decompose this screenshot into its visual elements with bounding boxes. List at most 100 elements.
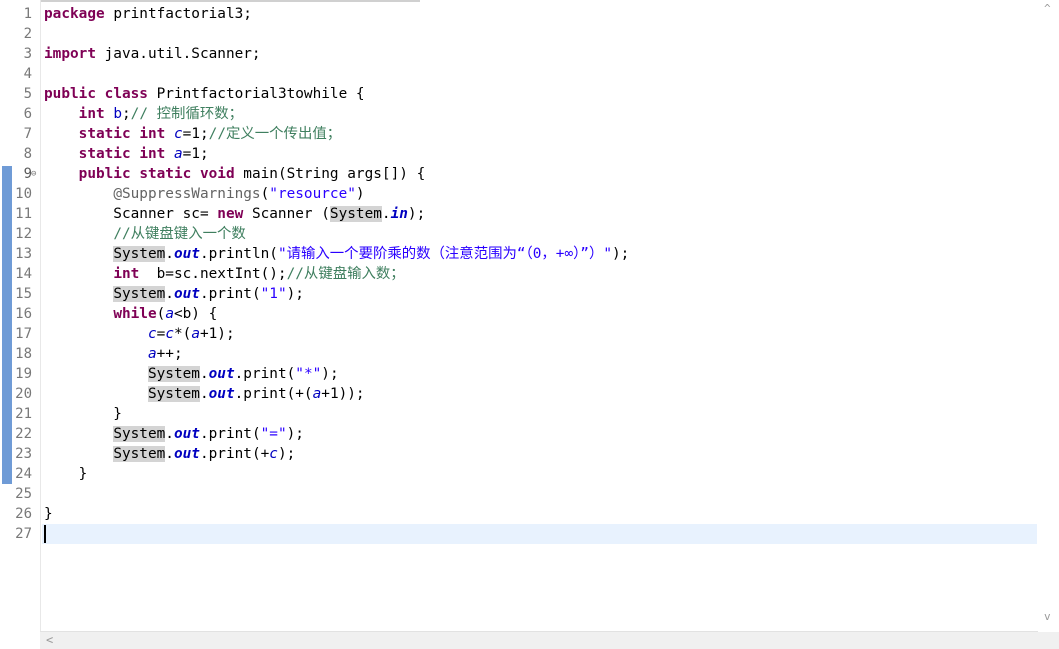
line-number: 13: [15, 246, 32, 262]
code-token: <b) {: [173, 306, 218, 322]
code-token: System: [113, 426, 166, 442]
code-line[interactable]: 1 package printfactorial3;: [24, 4, 1037, 24]
code-token: public: [78, 166, 131, 182]
line-number: 11: [15, 206, 32, 222]
code-token: .: [165, 286, 174, 302]
code-token: b=sc.nextInt();: [139, 266, 287, 282]
code-editor[interactable]: 1 package printfactorial3; 2 3 import java.u…: [0, 0, 1059, 649]
code-token: c: [165, 326, 174, 342]
code-line[interactable]: 14 int b=sc.nextInt();//从键盘输入数；: [15, 264, 1037, 284]
code-line[interactable]: 25: [15, 484, 1037, 504]
code-line[interactable]: 19 System.out.print("*");: [15, 364, 1037, 384]
code-token: import: [44, 46, 96, 62]
code-line-text: }: [44, 464, 88, 484]
code-token: (: [260, 186, 270, 202]
code-token: c: [173, 126, 183, 142]
code-line[interactable]: 27: [15, 524, 1037, 544]
code-line[interactable]: 20 System.out.print(+(a+1));: [15, 384, 1037, 404]
code-token: ): [355, 186, 365, 202]
code-line[interactable]: 22 System.out.print("=");: [15, 424, 1037, 444]
code-token: .print(+: [199, 446, 270, 462]
code-line[interactable]: 23 System.out.print(+c);: [15, 444, 1037, 464]
line-number: 14: [15, 266, 32, 282]
code-line[interactable]: 3 import java.util.Scanner;: [24, 44, 1037, 64]
code-token: .print(: [199, 286, 261, 302]
scroll-left-arrow-icon[interactable]: <: [46, 633, 53, 647]
code-token: c: [147, 326, 157, 342]
code-token: (: [156, 306, 166, 322]
scrollbar-corner: [1038, 632, 1059, 649]
code-token: +1));: [321, 386, 365, 402]
scroll-down-arrow-icon[interactable]: v: [1044, 610, 1051, 623]
code-token: =: [156, 326, 166, 342]
scroll-up-arrow-icon[interactable]: ^: [1044, 2, 1051, 15]
code-token: // 控制循环数；: [130, 106, 244, 122]
code-line[interactable]: 26}: [15, 504, 1037, 524]
code-token: ++;: [156, 346, 183, 362]
code-token: static: [139, 166, 192, 182]
code-token: .: [199, 366, 209, 382]
code-token: out: [208, 366, 235, 382]
code-line-text: System.out.print("1");: [44, 284, 304, 304]
code-line[interactable]: 11 Scanner sc= new Scanner (System.in);: [15, 204, 1037, 224]
line-number: 17: [15, 326, 32, 342]
code-line[interactable]: 16 while(a<b) {: [15, 304, 1037, 324]
code-token: "1": [260, 286, 287, 302]
code-token: out: [173, 446, 200, 462]
code-line[interactable]: 8 static int a=1;: [24, 144, 1037, 164]
code-line-text: package printfactorial3;: [44, 4, 252, 24]
code-token: );: [277, 446, 296, 462]
code-line[interactable]: 6 int b;// 控制循环数；: [24, 104, 1037, 124]
code-token: .: [199, 386, 209, 402]
vertical-scrollbar[interactable]: ^ v: [1038, 0, 1059, 633]
code-token: in: [390, 206, 408, 222]
code-line-text: //从键盘键入一个数: [44, 224, 246, 244]
code-line-text: static int c=1;//定义一个传出值；: [44, 124, 341, 144]
horizontal-scrollbar[interactable]: <: [40, 631, 1038, 649]
line-number: 4: [23, 66, 32, 82]
code-token: java.util.Scanner;: [95, 46, 261, 62]
code-token: Scanner sc=: [44, 206, 218, 222]
code-line[interactable]: 9 ⊖ public static void main(String args[]…: [24, 164, 1037, 184]
code-token: b: [113, 106, 122, 122]
code-token: out: [208, 386, 235, 402]
code-token: System: [329, 206, 382, 222]
code-line[interactable]: 24 }: [15, 464, 1037, 484]
code-line[interactable]: 21 }: [15, 404, 1037, 424]
fold-collapse-icon[interactable]: ⊖: [31, 167, 36, 181]
code-line[interactable]: 10 @SuppressWarnings("resource"): [15, 184, 1037, 204]
code-token: .: [165, 426, 174, 442]
code-line-text: public class Printfactorial3towhile {: [44, 84, 365, 104]
code-line[interactable]: 2: [24, 24, 1037, 44]
code-line[interactable]: 18 a++;: [15, 344, 1037, 364]
code-token: //从键盘输入数；: [286, 266, 405, 282]
line-number: 20: [15, 386, 32, 402]
code-line[interactable]: 7 static int c=1;//定义一个传出值；: [24, 124, 1037, 144]
code-line[interactable]: 4: [24, 64, 1037, 84]
code-token: static: [78, 146, 131, 162]
code-line[interactable]: 13 System.out.println("请输入一个要阶乘的数（注意范围为“…: [15, 244, 1037, 264]
code-token: int: [78, 106, 105, 122]
code-line-text: }: [44, 504, 53, 524]
code-line[interactable]: 5 public class Printfactorial3towhile {: [24, 84, 1037, 104]
code-token: System: [113, 446, 166, 462]
code-line[interactable]: 12 //从键盘键入一个数: [15, 224, 1037, 244]
code-token: //定义一个传出值；: [208, 126, 342, 142]
line-number: 27: [15, 526, 32, 542]
code-token: //从键盘键入一个数: [113, 226, 246, 242]
code-token: =1;: [182, 126, 209, 142]
code-line[interactable]: 15 System.out.print("1");: [15, 284, 1037, 304]
code-token: out: [173, 246, 200, 262]
line-number: 16: [15, 306, 32, 322]
code-token: );: [612, 246, 630, 262]
code-line[interactable]: 17 c=c*(a+1);: [15, 324, 1037, 344]
